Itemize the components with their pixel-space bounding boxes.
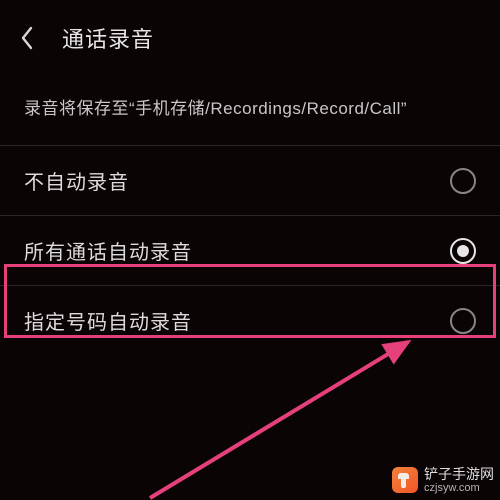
radio-icon[interactable] [450,168,476,194]
storage-location-note: 录音将保存至“手机存储/Recordings/Record/Call” [0,82,500,145]
back-icon[interactable] [20,26,54,50]
option-label: 所有通话自动录音 [24,236,192,265]
watermark-logo-icon [392,467,418,493]
radio-icon[interactable] [450,308,476,334]
header: 通话录音 [0,0,500,82]
option-label: 指定号码自动录音 [24,306,192,335]
annotation-arrow-icon [120,338,420,500]
watermark-title: 铲子手游网 [424,467,494,482]
option-label: 不自动录音 [24,166,129,195]
option-record-specified-numbers[interactable]: 指定号码自动录音 [0,285,500,355]
option-record-all-calls[interactable]: 所有通话自动录音 [0,215,500,285]
watermark: 铲子手游网 czjsyw.com [392,467,494,494]
page-title: 通话录音 [62,22,154,54]
option-no-auto-record[interactable]: 不自动录音 [0,145,500,215]
radio-icon[interactable] [450,238,476,264]
watermark-url: czjsyw.com [424,482,494,494]
